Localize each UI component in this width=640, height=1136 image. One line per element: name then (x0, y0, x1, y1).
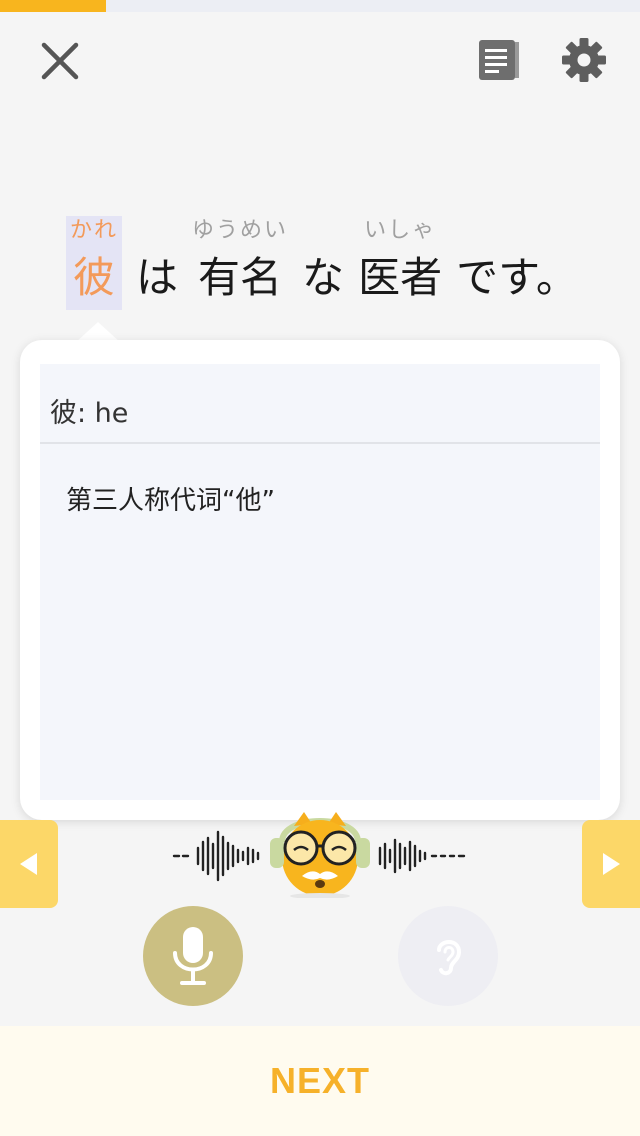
word-furigana: ゆうめい (192, 218, 289, 243)
close-button[interactable] (34, 38, 86, 84)
mascot-icon (270, 812, 370, 898)
word-yuumei[interactable]: ゆうめい 有名 (192, 216, 288, 310)
lesson-progress-fill (0, 0, 107, 12)
word-text: です。 (456, 253, 578, 302)
word-isha[interactable]: いしゃ 医者 (358, 216, 442, 310)
word-wa[interactable]: は (136, 216, 178, 310)
ear-icon (437, 940, 462, 976)
popup-title: 彼: he (40, 364, 600, 444)
popup-pointer (76, 322, 120, 342)
listen-button[interactable] (398, 906, 498, 1006)
word-kare[interactable]: かれ 彼 (66, 216, 123, 310)
word-text: な (302, 253, 345, 302)
audio-wave-right (378, 838, 466, 874)
word-text: 有名 (198, 253, 283, 302)
previous-sentence-button[interactable] (0, 820, 58, 908)
word-text: は (136, 253, 179, 302)
settings-button[interactable] (558, 34, 610, 86)
gear-icon (562, 38, 606, 82)
word-desu[interactable]: です。 (456, 216, 578, 310)
close-icon (41, 42, 79, 80)
microphone-icon (173, 927, 213, 985)
record-button[interactable] (143, 906, 243, 1006)
audio-wave-left (172, 830, 260, 882)
japanese-sentence: かれ 彼 は ゆうめい 有名 な いしゃ 医者 です。 (66, 200, 606, 310)
popup-definition: 第三人称代词“他” (66, 486, 275, 516)
notebook-button[interactable] (470, 34, 526, 86)
next-button-label: NEXT (269, 1060, 370, 1101)
word-furigana: かれ (70, 218, 119, 243)
triangle-left-icon (20, 853, 37, 875)
word-definition-popup: 彼: he 第三人称代词“他” (20, 340, 620, 820)
lesson-progress-bar (0, 0, 640, 12)
popup-content: 彼: he 第三人称代词“他” (40, 364, 600, 800)
next-button[interactable]: NEXT (0, 1026, 640, 1136)
word-na[interactable]: な (302, 216, 344, 310)
word-furigana: いしゃ (364, 218, 437, 243)
word-text: 医者 (358, 253, 443, 302)
next-sentence-button[interactable] (582, 820, 640, 908)
triangle-right-icon (603, 853, 620, 875)
word-text: 彼 (73, 253, 116, 302)
book-icon (479, 40, 519, 80)
